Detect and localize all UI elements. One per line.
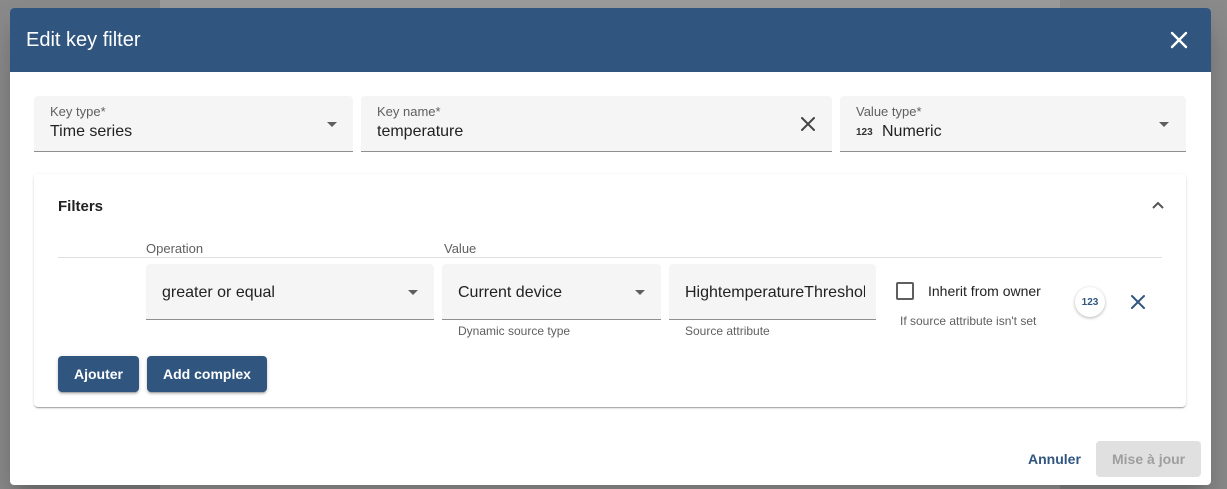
key-name-label: Key name* — [377, 104, 441, 119]
filters-panel: Filters Operation Value greater or equal… — [34, 174, 1186, 407]
chevron-up-icon[interactable] — [1152, 196, 1164, 214]
inherit-label: Inherit from owner — [928, 283, 1041, 299]
value-type-select[interactable]: Value type* 123 Numeric — [840, 96, 1186, 152]
key-type-select[interactable]: Key type* Time series — [34, 96, 353, 152]
source-type-hint: Dynamic source type — [458, 324, 571, 338]
value-header: Value — [444, 241, 477, 256]
key-type-label: Key type* — [50, 104, 106, 119]
dialog-header: Edit key filter — [10, 8, 1211, 72]
edit-key-filter-dialog: Edit key filter Key type* Time series Ke… — [10, 8, 1211, 485]
source-type-select[interactable]: Current device — [442, 264, 661, 320]
value-type-chip[interactable]: 123 — [1075, 287, 1105, 317]
operation-select[interactable]: greater or equal — [146, 264, 434, 320]
key-name-input[interactable]: Key name* temperature — [361, 96, 832, 152]
inherit-checkbox[interactable] — [896, 282, 914, 300]
chevron-down-icon — [408, 290, 418, 295]
remove-filter-icon[interactable] — [1130, 294, 1146, 315]
key-type-value: Time series — [50, 123, 133, 140]
key-name-value: temperature — [377, 123, 464, 140]
source-type-value: Current device — [458, 284, 563, 301]
add-filter-button[interactable]: Ajouter — [58, 356, 139, 392]
source-attribute-input[interactable]: HightemperatureThreshold — [669, 264, 876, 320]
divider — [58, 257, 1162, 258]
clear-icon[interactable] — [800, 116, 816, 137]
cancel-button[interactable]: Annuler — [1028, 451, 1081, 467]
update-button[interactable]: Mise à jour — [1096, 441, 1202, 477]
add-complex-button[interactable]: Add complex — [147, 356, 267, 392]
inherit-hint: If source attribute isn't set — [900, 314, 1037, 328]
value-type-label: Value type* — [856, 104, 922, 119]
source-attribute-value: HightemperatureThreshold — [685, 284, 865, 301]
chevron-down-icon — [1159, 122, 1169, 127]
source-attribute-hint: Source attribute — [685, 324, 770, 338]
chevron-down-icon — [635, 290, 645, 295]
value-type-value: Numeric — [882, 123, 942, 140]
operation-header: Operation — [146, 241, 204, 256]
chevron-down-icon — [327, 122, 337, 127]
dialog-title: Edit key filter — [26, 28, 141, 51]
numeric-icon: 123 — [856, 127, 873, 138]
close-icon[interactable] — [1163, 24, 1195, 56]
operation-value: greater or equal — [162, 284, 275, 301]
filters-title: Filters — [58, 198, 104, 215]
